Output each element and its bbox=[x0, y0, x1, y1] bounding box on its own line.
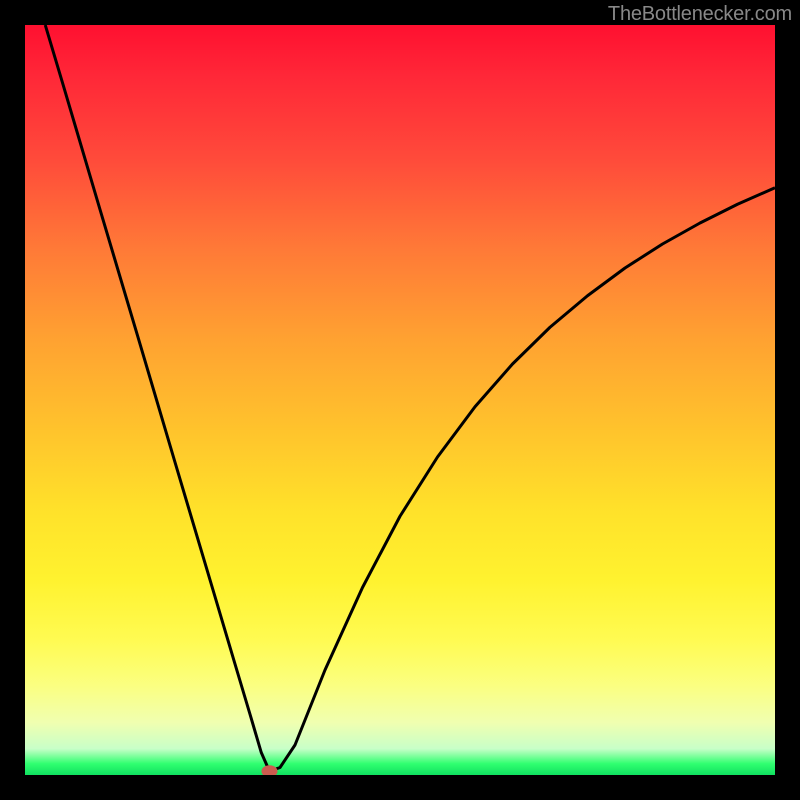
watermark-text: TheBottlenecker.com bbox=[608, 3, 792, 26]
bottleneck-curve bbox=[45, 25, 775, 771]
chart-canvas bbox=[25, 25, 775, 775]
plot-area bbox=[25, 25, 775, 775]
optimum-marker bbox=[262, 765, 278, 775]
